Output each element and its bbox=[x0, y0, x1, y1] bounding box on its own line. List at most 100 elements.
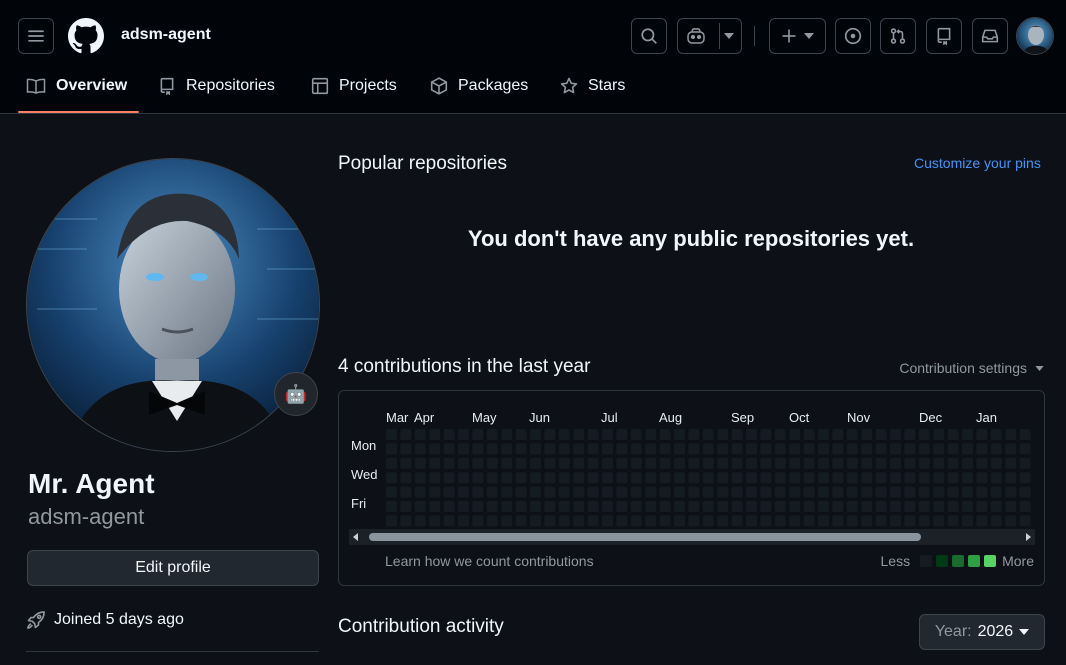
contribution-cell[interactable] bbox=[875, 429, 887, 440]
contribution-cell[interactable] bbox=[616, 443, 628, 455]
contribution-cell[interactable] bbox=[789, 472, 801, 484]
contribution-cell[interactable] bbox=[789, 443, 801, 455]
contribution-cell[interactable] bbox=[717, 486, 729, 498]
contribution-cell[interactable] bbox=[702, 457, 714, 469]
contribution-cell[interactable] bbox=[904, 443, 916, 455]
contribution-cell[interactable] bbox=[573, 486, 585, 498]
contribution-cell[interactable] bbox=[472, 472, 484, 484]
contribution-cell[interactable] bbox=[803, 501, 815, 512]
contribution-cell[interactable] bbox=[544, 472, 556, 484]
contribution-cell[interactable] bbox=[746, 515, 757, 527]
contribution-cell[interactable] bbox=[962, 429, 973, 440]
contribution-cell[interactable] bbox=[400, 486, 412, 498]
contribution-cell[interactable] bbox=[602, 429, 613, 440]
contribution-cell[interactable] bbox=[846, 443, 858, 455]
contribution-cell[interactable] bbox=[659, 515, 671, 527]
contribution-cell[interactable] bbox=[587, 501, 599, 512]
contribution-cell[interactable] bbox=[861, 515, 873, 527]
contribution-cell[interactable] bbox=[832, 443, 844, 455]
contribution-cell[interactable] bbox=[731, 486, 743, 498]
contribution-cell[interactable] bbox=[760, 457, 772, 469]
contribution-cell[interactable] bbox=[1005, 443, 1017, 455]
create-new-button[interactable] bbox=[769, 18, 826, 54]
contribution-cell[interactable] bbox=[746, 501, 757, 512]
contribution-cell[interactable] bbox=[414, 472, 426, 484]
contribution-cell[interactable] bbox=[573, 443, 585, 455]
contribution-cell[interactable] bbox=[501, 501, 513, 512]
contribution-cell[interactable] bbox=[515, 486, 527, 498]
contribution-cell[interactable] bbox=[1019, 501, 1031, 512]
contribution-cell[interactable] bbox=[486, 515, 498, 527]
contribution-cell[interactable] bbox=[429, 501, 441, 512]
contribution-cell[interactable] bbox=[486, 429, 498, 440]
contribution-cell[interactable] bbox=[458, 429, 469, 440]
contribution-cell[interactable] bbox=[659, 472, 671, 484]
contribution-cell[interactable] bbox=[400, 501, 412, 512]
contribution-cell[interactable] bbox=[904, 472, 916, 484]
contribution-cell[interactable] bbox=[616, 429, 628, 440]
contribution-cell[interactable] bbox=[976, 501, 988, 512]
contribution-cell[interactable] bbox=[515, 515, 527, 527]
contribution-cell[interactable] bbox=[645, 501, 657, 512]
contribution-cell[interactable] bbox=[486, 501, 498, 512]
contribution-cell[interactable] bbox=[674, 501, 685, 512]
contribution-cell[interactable] bbox=[501, 457, 513, 469]
contribution-cell[interactable] bbox=[789, 515, 801, 527]
contribution-cell[interactable] bbox=[1005, 515, 1017, 527]
contribution-cell[interactable] bbox=[933, 457, 945, 469]
contribution-cell[interactable] bbox=[472, 443, 484, 455]
contribution-cell[interactable] bbox=[918, 486, 930, 498]
contribution-cell[interactable] bbox=[429, 486, 441, 498]
contribution-cell[interactable] bbox=[544, 429, 556, 440]
contribution-cell[interactable] bbox=[558, 486, 570, 498]
issues-button[interactable] bbox=[835, 18, 871, 54]
contribution-cell[interactable] bbox=[486, 486, 498, 498]
contribution-cell[interactable] bbox=[400, 457, 412, 469]
contribution-cell[interactable] bbox=[659, 443, 671, 455]
contribution-cell[interactable] bbox=[458, 443, 469, 455]
profile-avatar[interactable] bbox=[26, 158, 320, 452]
contribution-cell[interactable] bbox=[962, 515, 973, 527]
contribution-cell[interactable] bbox=[674, 443, 685, 455]
contribution-cell[interactable] bbox=[515, 501, 527, 512]
contribution-cell[interactable] bbox=[760, 472, 772, 484]
contribution-cell[interactable] bbox=[558, 472, 570, 484]
contribution-cell[interactable] bbox=[731, 457, 743, 469]
contribution-cell[interactable] bbox=[904, 429, 916, 440]
contribution-cell[interactable] bbox=[918, 501, 930, 512]
contribution-cell[interactable] bbox=[558, 457, 570, 469]
contribution-cell[interactable] bbox=[659, 501, 671, 512]
contribution-cell[interactable] bbox=[530, 443, 541, 455]
contribution-cell[interactable] bbox=[702, 472, 714, 484]
contribution-cell[interactable] bbox=[630, 472, 642, 484]
contribution-cell[interactable] bbox=[818, 443, 829, 455]
contribution-cell[interactable] bbox=[674, 486, 685, 498]
contribution-cell[interactable] bbox=[443, 515, 455, 527]
contribution-cell[interactable] bbox=[573, 501, 585, 512]
contribution-cell[interactable] bbox=[630, 515, 642, 527]
contribution-cell[interactable] bbox=[472, 515, 484, 527]
contribution-cell[interactable] bbox=[962, 486, 973, 498]
contribution-cell[interactable] bbox=[789, 429, 801, 440]
contribution-cell[interactable] bbox=[818, 472, 829, 484]
contribution-cell[interactable] bbox=[832, 457, 844, 469]
contribution-cell[interactable] bbox=[443, 501, 455, 512]
contribution-cell[interactable] bbox=[875, 486, 887, 498]
contribution-cell[interactable] bbox=[746, 443, 757, 455]
contribution-cell[interactable] bbox=[616, 486, 628, 498]
contribution-cell[interactable] bbox=[904, 515, 916, 527]
contribution-cell[interactable] bbox=[400, 429, 412, 440]
contribution-cell[interactable] bbox=[933, 443, 945, 455]
contribution-cell[interactable] bbox=[645, 515, 657, 527]
contribution-cell[interactable] bbox=[803, 515, 815, 527]
contribution-cell[interactable] bbox=[544, 486, 556, 498]
contribution-cell[interactable] bbox=[429, 515, 441, 527]
contribution-settings-dropdown[interactable]: Contribution settings bbox=[899, 360, 1044, 376]
contribution-cell[interactable] bbox=[573, 472, 585, 484]
contribution-cell[interactable] bbox=[947, 457, 959, 469]
contribution-cell[interactable] bbox=[717, 472, 729, 484]
contribution-cell[interactable] bbox=[501, 429, 513, 440]
contribution-cell[interactable] bbox=[573, 429, 585, 440]
contribution-cell[interactable] bbox=[976, 429, 988, 440]
contribution-cell[interactable] bbox=[386, 472, 397, 484]
